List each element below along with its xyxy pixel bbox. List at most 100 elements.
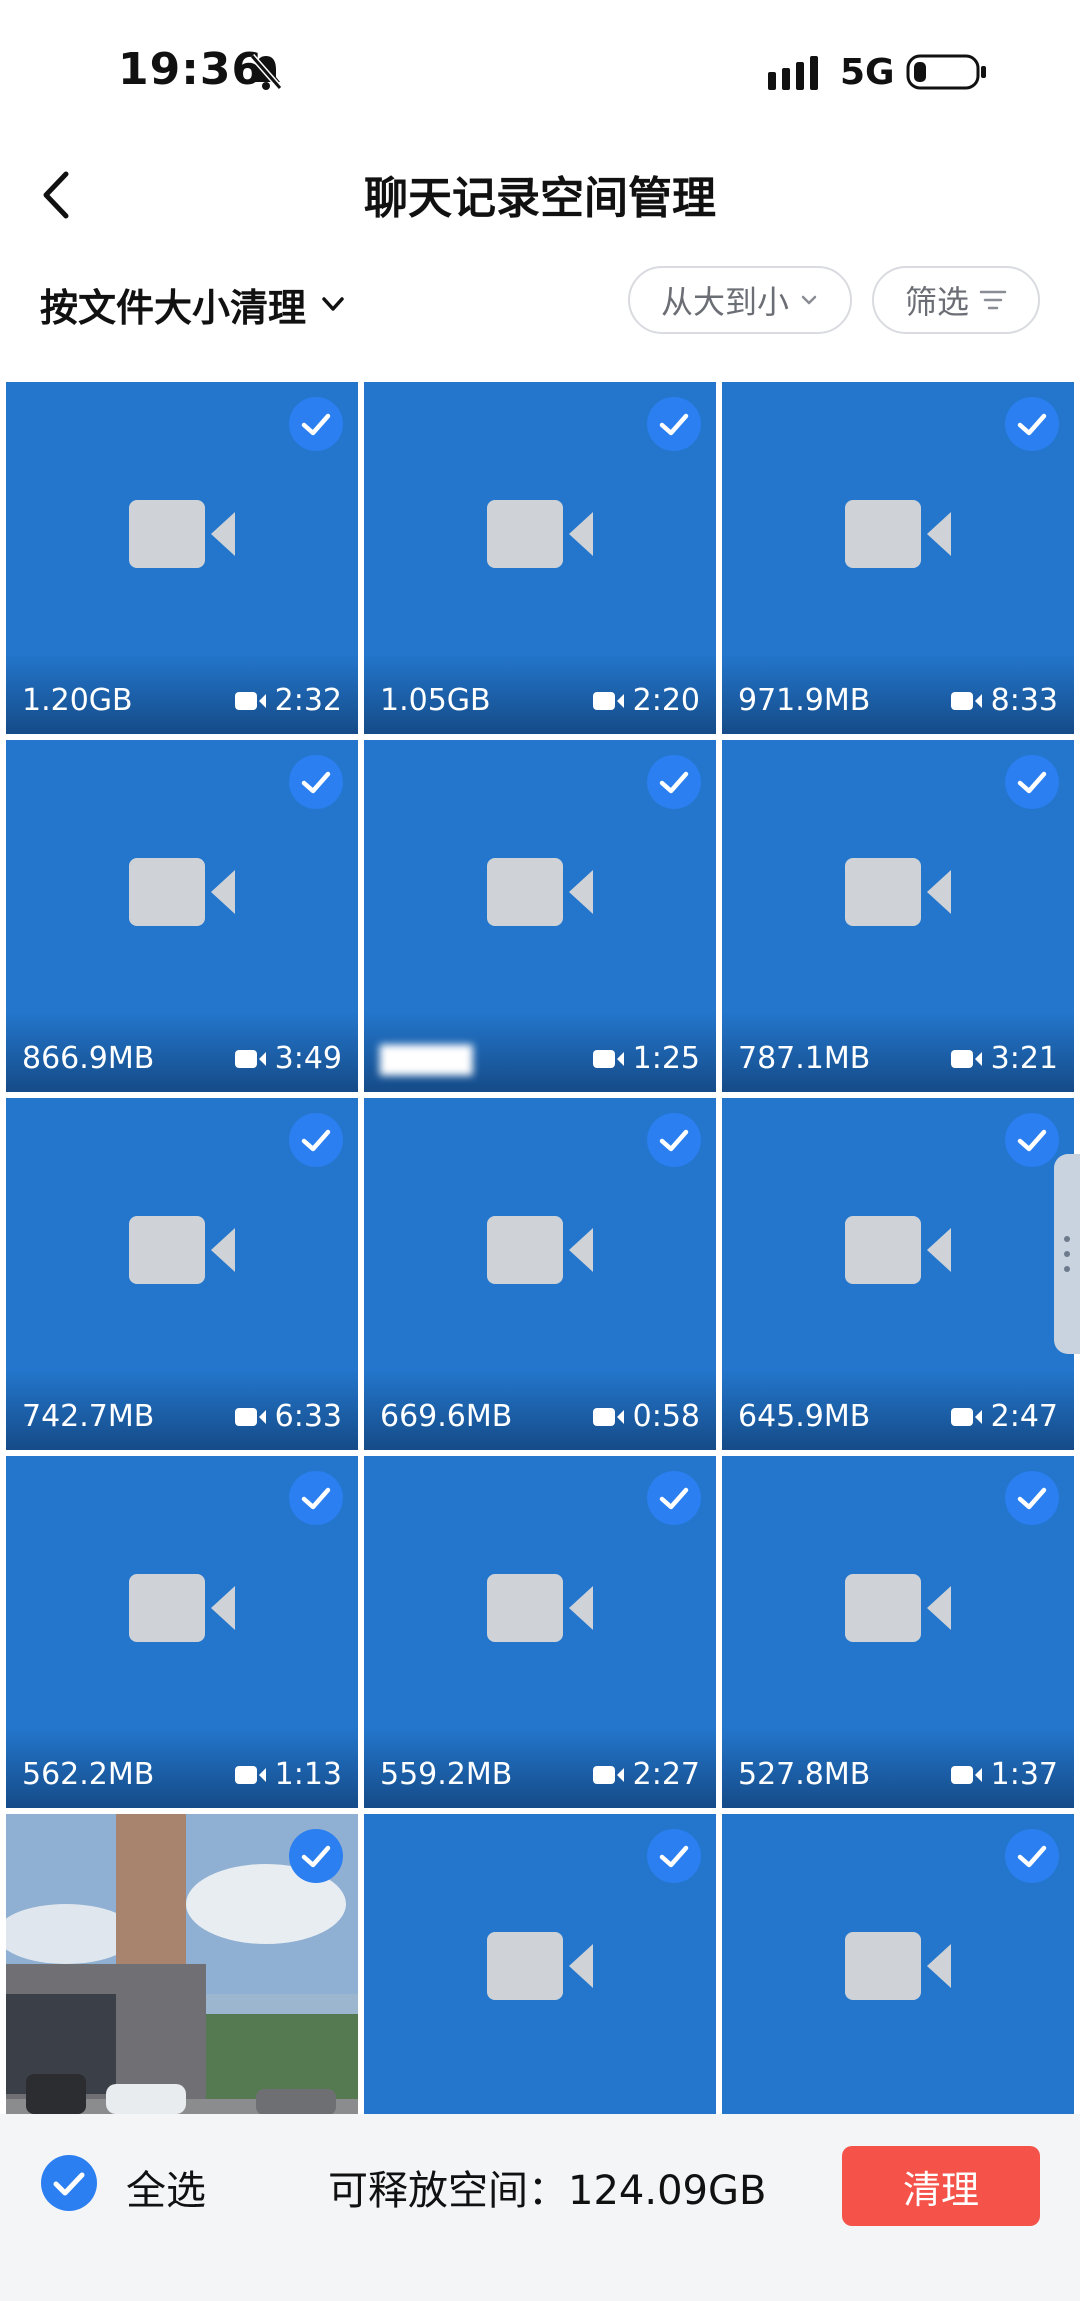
video-duration-icon <box>950 1765 982 1784</box>
video-tile[interactable]: 562.2MB 1:13 <box>6 1456 358 1808</box>
duration-text: 3:21 <box>990 1041 1058 1076</box>
file-size: 866.9MB <box>22 1041 155 1076</box>
video-camera-icon <box>129 858 235 926</box>
video-duration: 6:33 <box>234 1399 342 1434</box>
duration-text: 1:13 <box>274 1757 342 1792</box>
video-camera-icon <box>487 1932 593 2000</box>
video-tile[interactable]: 645.9MB 2:47 <box>722 1098 1074 1450</box>
photo-tile[interactable] <box>6 1814 358 2114</box>
video-duration: 2:20 <box>592 683 700 718</box>
duration-text: 2:27 <box>632 1757 700 1792</box>
free-space-text: 可释放空间：124.09GB <box>328 2158 766 2216</box>
video-duration-icon <box>592 691 624 710</box>
select-all-label: 全选 <box>126 2168 206 2214</box>
video-duration: 2:47 <box>950 1399 1058 1434</box>
checkmark-icon[interactable] <box>1004 1828 1060 1884</box>
battery-icon <box>906 54 986 90</box>
checkmark-icon[interactable] <box>1004 1112 1060 1168</box>
video-tile[interactable] <box>364 1814 716 2114</box>
sort-mode-dropdown[interactable]: 按文件大小清理 <box>40 274 348 334</box>
file-size: 1.05GB <box>380 683 491 718</box>
duration-text: 2:20 <box>632 683 700 718</box>
video-duration: 8:33 <box>950 683 1058 718</box>
video-duration: 0:58 <box>592 1399 700 1434</box>
video-tile[interactable]: 1.20GB 2:32 <box>6 382 358 734</box>
bottom-bar: 全选 可释放空间：124.09GB 清理 <box>0 2114 1080 2301</box>
file-grid: 1.20GB 2:32 1.05GB 2:20 971.9MB 8:33 866.9MB 3:… <box>6 382 1074 2114</box>
network-type: 5G <box>840 52 895 93</box>
video-duration: 2:32 <box>234 683 342 718</box>
duration-text: 2:32 <box>274 683 342 718</box>
checkmark-icon[interactable] <box>288 396 344 452</box>
video-camera-icon <box>129 1574 235 1642</box>
video-duration: 2:27 <box>592 1757 700 1792</box>
file-size: 742.7MB <box>22 1399 155 1434</box>
video-duration-icon <box>950 691 982 710</box>
video-camera-icon <box>845 1932 951 2000</box>
checkmark-icon[interactable] <box>288 1470 344 1526</box>
video-tile[interactable]: 669.6MB 0:58 <box>364 1098 716 1450</box>
video-tile[interactable]: 742.7MB 6:33 <box>6 1098 358 1450</box>
duration-text: 8:33 <box>990 683 1058 718</box>
status-time: 19:36 <box>118 44 264 95</box>
video-duration-icon <box>950 1049 982 1068</box>
checkmark-icon[interactable] <box>1004 1470 1060 1526</box>
video-tile[interactable]: 527.8MB 1:37 <box>722 1456 1074 1808</box>
video-duration-icon <box>234 691 266 710</box>
checkmark-icon[interactable] <box>288 754 344 810</box>
file-size: 787.1MB <box>738 1041 871 1076</box>
checkmark-icon[interactable] <box>646 1470 702 1526</box>
header: 聊天记录空间管理 <box>0 140 1080 250</box>
chevron-down-icon <box>322 297 344 311</box>
video-tile[interactable]: 866.9MB 3:49 <box>6 740 358 1092</box>
duration-text: 1:37 <box>990 1757 1058 1792</box>
video-duration: 1:25 <box>592 1041 700 1076</box>
duration-text: 1:25 <box>632 1041 700 1076</box>
checkmark-icon[interactable] <box>646 1112 702 1168</box>
video-duration-icon <box>592 1407 624 1426</box>
file-size: 669.6MB <box>380 1399 513 1434</box>
checkmark-icon[interactable] <box>288 1828 344 1884</box>
side-scroll-handle[interactable] <box>1054 1154 1080 1354</box>
filter-button[interactable]: 筛选 <box>872 266 1040 334</box>
filter-lines-icon <box>979 290 1007 310</box>
select-all-checkbox[interactable] <box>40 2154 98 2212</box>
video-duration-icon <box>234 1765 266 1784</box>
video-camera-icon <box>487 1574 593 1642</box>
filter-bar: 按文件大小清理 从大到小 筛选 <box>0 250 1080 370</box>
status-bar: 19:36 5G <box>0 0 1080 140</box>
file-size-blurred: ▇▇▇▇ <box>380 1041 473 1076</box>
checkmark-icon[interactable] <box>646 396 702 452</box>
checkmark-icon[interactable] <box>1004 396 1060 452</box>
video-duration-icon <box>234 1049 266 1068</box>
video-duration-icon <box>592 1049 624 1068</box>
duration-text: 3:49 <box>274 1041 342 1076</box>
video-tile[interactable]: 971.9MB 8:33 <box>722 382 1074 734</box>
sort-order-button[interactable]: 从大到小 <box>628 266 852 334</box>
checkmark-icon[interactable] <box>646 1828 702 1884</box>
checkmark-icon[interactable] <box>1004 754 1060 810</box>
video-tile[interactable]: 787.1MB 3:21 <box>722 740 1074 1092</box>
video-tile[interactable]: 559.2MB 2:27 <box>364 1456 716 1808</box>
filter-label: 筛选 <box>904 283 969 321</box>
page-title: 聊天记录空间管理 <box>364 173 716 224</box>
video-tile[interactable] <box>722 1814 1074 2114</box>
signal-icon <box>768 56 818 90</box>
checkmark-icon[interactable] <box>646 754 702 810</box>
sort-order-label: 从大到小 <box>660 283 789 321</box>
video-duration-icon <box>950 1407 982 1426</box>
video-camera-icon <box>845 500 951 568</box>
video-camera-icon <box>129 1216 235 1284</box>
file-size: 971.9MB <box>738 683 871 718</box>
video-duration: 3:21 <box>950 1041 1058 1076</box>
video-camera-icon <box>845 858 951 926</box>
sort-mode-label: 按文件大小清理 <box>40 285 307 330</box>
checkmark-icon[interactable] <box>288 1112 344 1168</box>
video-tile[interactable]: ▇▇▇▇ 1:25 <box>364 740 716 1092</box>
video-tile[interactable]: 1.05GB 2:20 <box>364 382 716 734</box>
free-space-value: 124.09GB <box>568 2168 767 2214</box>
clean-button[interactable]: 清理 <box>842 2146 1040 2226</box>
video-camera-icon <box>129 500 235 568</box>
video-camera-icon <box>487 1216 593 1284</box>
file-size: 559.2MB <box>380 1757 513 1792</box>
